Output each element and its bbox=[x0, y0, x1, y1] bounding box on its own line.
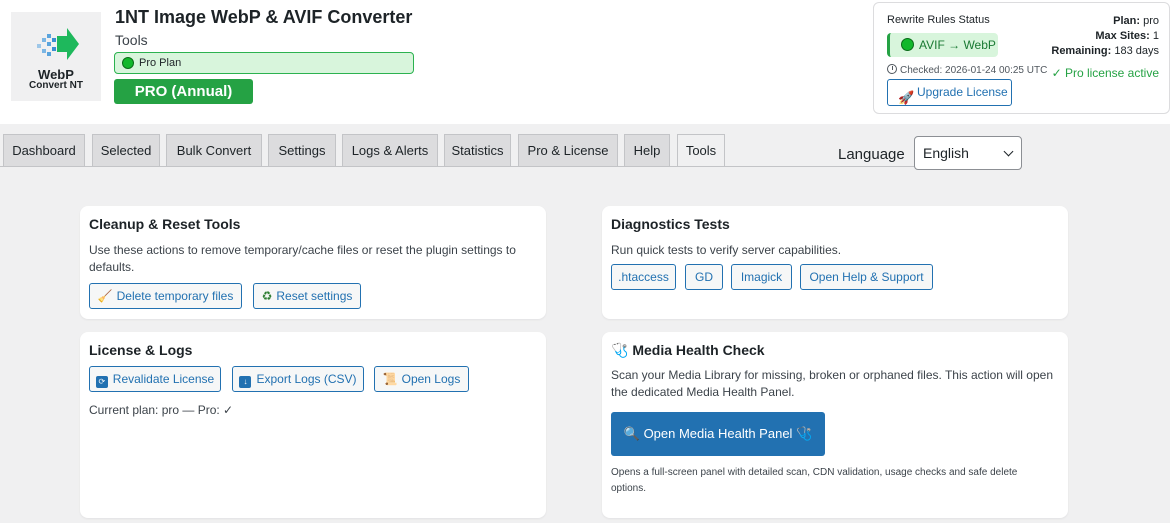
media-health-heading: 🩺 Media Health Check bbox=[611, 342, 765, 359]
tab-tools[interactable]: Tools bbox=[677, 134, 725, 167]
diagnostics-description: Run quick tests to verify server capabil… bbox=[611, 243, 842, 257]
imagick-test-button[interactable]: Imagick bbox=[731, 264, 792, 290]
open-media-health-panel-label: Open Media Health Panel bbox=[643, 426, 793, 441]
pro-plan-label: Pro Plan bbox=[139, 57, 182, 69]
media-health-description: Scan your Media Library for missing, bro… bbox=[611, 368, 1053, 399]
media-health-note: Opens a full-screen panel with detailed … bbox=[611, 467, 1018, 494]
page-subtitle: Tools bbox=[115, 32, 148, 48]
clock-icon bbox=[887, 64, 897, 74]
current-plan-text: Current plan: pro — Pro: ✓ bbox=[89, 403, 234, 417]
htaccess-test-button[interactable]: .htaccess bbox=[611, 264, 676, 290]
tab-statistics[interactable]: Statistics bbox=[444, 134, 511, 166]
magnifier-icon: 🔍 bbox=[623, 426, 640, 441]
open-help-support-button[interactable]: Open Help & Support bbox=[800, 264, 933, 290]
language-selected-value: English bbox=[923, 145, 969, 161]
plan-type-badge: PRO (Annual) bbox=[114, 79, 253, 104]
open-logs-button[interactable]: 📜 Open Logs bbox=[374, 366, 469, 392]
rewrite-rules-title: Rewrite Rules Status bbox=[887, 14, 990, 26]
chevron-down-icon bbox=[1003, 146, 1014, 157]
plan-row: Plan: pro bbox=[1113, 15, 1159, 27]
tab-selected[interactable]: Selected bbox=[92, 134, 160, 166]
revalidate-license-button[interactable]: ⟳ Revalidate License bbox=[89, 366, 221, 392]
rocket-icon: 🚀 bbox=[898, 90, 915, 105]
tab-help[interactable]: Help bbox=[624, 134, 670, 166]
export-logs-label: Export Logs (CSV) bbox=[256, 372, 357, 386]
refresh-icon: ⟳ bbox=[95, 376, 108, 388]
language-label: Language bbox=[838, 146, 905, 163]
language-select[interactable]: English bbox=[914, 136, 1022, 170]
rewrite-status-pill: AVIF → WebP bbox=[887, 33, 998, 57]
license-logs-title: License & Logs bbox=[89, 342, 193, 358]
tab-logs-alerts[interactable]: Logs & Alerts bbox=[342, 134, 438, 166]
delete-temporary-files-label: Delete temporary files bbox=[116, 289, 234, 303]
tabs-divider bbox=[0, 166, 1022, 167]
rewrite-status-label: AVIF → WebP bbox=[919, 38, 996, 52]
diagnostics-title: Diagnostics Tests bbox=[611, 216, 730, 232]
remaining-value: 183 days bbox=[1114, 45, 1159, 57]
diagnostics-card: Diagnostics Tests Run quick tests to ver… bbox=[602, 206, 1068, 319]
plan-value: pro bbox=[1143, 15, 1159, 27]
checked-timestamp: Checked: 2026-01-24 00:25 UTC bbox=[900, 65, 1048, 76]
media-health-title: Media Health Check bbox=[632, 342, 765, 358]
upgrade-license-button[interactable]: 🚀 Upgrade License bbox=[887, 79, 1012, 106]
reset-settings-label: Reset settings bbox=[276, 289, 353, 303]
rewrite-checked-time: Checked: 2026-01-24 00:25 UTC bbox=[887, 64, 1047, 76]
plugin-title: 1NT Image WebP & AVIF Converter bbox=[115, 7, 413, 27]
reset-settings-button[interactable]: ♻ Reset settings bbox=[253, 283, 361, 309]
plugin-header: WebP Convert NT 1NT Image WebP & AVIF Co… bbox=[0, 0, 1170, 124]
max-sites-row: Max Sites: 1 bbox=[1095, 30, 1159, 42]
cleanup-title: Cleanup & Reset Tools bbox=[89, 216, 241, 232]
plugin-logo: WebP Convert NT bbox=[11, 12, 101, 101]
status-dot-icon bbox=[901, 38, 914, 51]
remaining-row: Remaining: 183 days bbox=[1051, 45, 1159, 57]
revalidate-license-label: Revalidate License bbox=[112, 372, 215, 386]
rewrite-rules-panel: Rewrite Rules Status AVIF → WebP Checked… bbox=[873, 2, 1170, 114]
gd-test-button[interactable]: GD bbox=[685, 264, 723, 290]
tab-dashboard[interactable]: Dashboard bbox=[3, 134, 85, 166]
media-health-card: 🩺 Media Health Check Scan your Media Lib… bbox=[602, 332, 1068, 518]
cleanup-card: Cleanup & Reset Tools Use these actions … bbox=[80, 206, 546, 319]
cleanup-description: Use these actions to remove temporary/ca… bbox=[89, 243, 516, 274]
status-dot-icon bbox=[122, 57, 134, 69]
tab-pro-license[interactable]: Pro & License bbox=[518, 134, 618, 166]
stethoscope-icon: 🩺 bbox=[611, 342, 629, 358]
upgrade-license-label: Upgrade License bbox=[917, 85, 1008, 99]
scroll-icon: 📜 bbox=[382, 372, 398, 386]
logo-text-convert: Convert NT bbox=[29, 80, 83, 91]
stethoscope-icon: 🩺 bbox=[796, 426, 813, 441]
license-logs-card: License & Logs ⟳ Revalidate License ↓ Expo… bbox=[80, 332, 546, 518]
tab-settings[interactable]: Settings bbox=[268, 134, 336, 166]
open-media-health-panel-button[interactable]: 🔍 Open Media Health Panel 🩺 bbox=[611, 412, 825, 456]
max-sites-value: 1 bbox=[1152, 30, 1159, 42]
export-logs-button[interactable]: ↓ Export Logs (CSV) bbox=[232, 366, 364, 392]
recycle-icon: ♻ bbox=[261, 289, 273, 303]
download-icon: ↓ bbox=[239, 376, 252, 388]
broom-icon: 🧹 bbox=[97, 289, 113, 303]
open-logs-label: Open Logs bbox=[401, 372, 461, 386]
license-active-status: ✓ Pro license active bbox=[1051, 66, 1159, 80]
delete-temporary-files-button[interactable]: 🧹 Delete temporary files bbox=[89, 283, 242, 309]
tab-bulk-convert[interactable]: Bulk Convert bbox=[166, 134, 262, 166]
license-summary: Plan: pro Max Sites: 1 Remaining: 183 da… bbox=[1051, 14, 1159, 59]
arrow-logo-icon bbox=[37, 28, 79, 60]
pro-plan-badge: Pro Plan bbox=[114, 52, 414, 74]
